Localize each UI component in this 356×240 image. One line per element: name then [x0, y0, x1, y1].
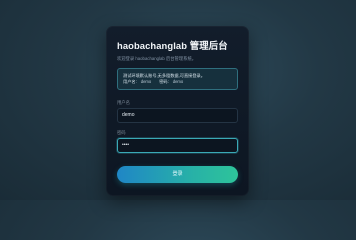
username-input[interactable]: demo [117, 108, 238, 123]
login-card: haobachanglab 管理后台 欢迎登录 haobachanglab 后台… [106, 26, 249, 196]
hint-password-label: 密码: [159, 79, 169, 84]
hint-username-label: 用户名: [123, 79, 137, 84]
page-title: haobachanglab 管理后台 [117, 40, 228, 51]
login-button[interactable]: 登录 [117, 166, 238, 183]
demo-account-hint: 测试环境默认账号,无多租数据,可直接登录。 用户名: demo 密码: demo [117, 68, 238, 90]
password-label: 密码 [117, 130, 126, 135]
hint-credentials: 用户名: demo 密码: demo [123, 79, 232, 85]
password-input[interactable]: •••• [117, 138, 238, 153]
welcome-subtitle: 欢迎登录 haobachanglab 后台管理系统。 [117, 56, 197, 61]
hint-username-value: demo [140, 79, 152, 84]
hint-password-value: demo [172, 79, 184, 84]
username-label: 用户名 [117, 100, 130, 105]
